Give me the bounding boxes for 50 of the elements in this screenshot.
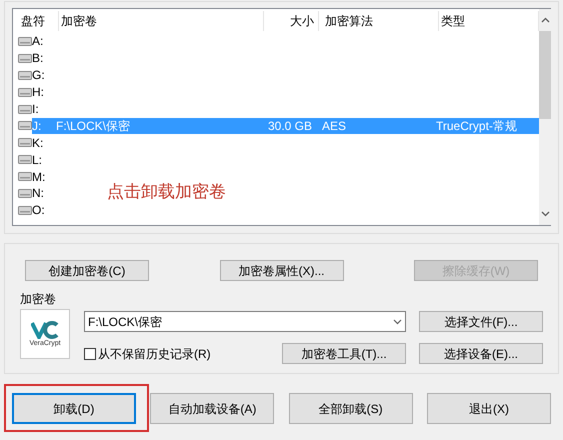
select-device-button[interactable]: 选择设备(E)... — [419, 343, 543, 364]
table-cell-text: AES — [321, 118, 348, 135]
drive-icon — [18, 104, 32, 114]
drive-icon — [18, 188, 32, 198]
column-header[interactable]: 加密算法 — [319, 11, 439, 31]
action-button[interactable]: 创建加密卷(C) — [25, 260, 149, 281]
drive-icon — [18, 70, 32, 80]
annotation-text: 点击卸载加密卷 — [107, 181, 226, 203]
main-button[interactable]: 自动加载设备(A) — [150, 393, 274, 424]
table-cell-text: F:\LOCK\保密 — [56, 118, 132, 135]
drive-row[interactable]: K: — [32, 134, 56, 151]
group-label: 加密卷 — [20, 292, 56, 307]
main-button[interactable]: 卸载(D) — [12, 393, 136, 424]
column-header[interactable]: 加密卷 — [59, 11, 264, 31]
volume-path-field[interactable]: F:\LOCK\保密 — [84, 311, 406, 332]
table-cell-text: 30.0 GB — [266, 118, 313, 135]
drive-icon — [18, 121, 32, 130]
select-file-button[interactable]: 选择文件(F)... — [419, 311, 543, 332]
main-button[interactable]: 全部卸载(S) — [288, 393, 413, 424]
action-button[interactable]: 加密卷属性(X)... — [220, 260, 344, 281]
drive-row[interactable]: G: — [32, 67, 56, 84]
main-button[interactable]: 退出(X) — [426, 393, 551, 424]
scroll-up-icon[interactable] — [540, 17, 550, 23]
drive-row[interactable]: L: — [32, 152, 56, 168]
checkbox-label[interactable]: 从不保留历史记录(R) — [98, 344, 211, 362]
drive-icon — [18, 88, 32, 97]
drive-row[interactable]: N: — [32, 185, 56, 202]
scroll-down-icon[interactable] — [540, 211, 550, 217]
column-header[interactable]: 大小 — [264, 11, 319, 31]
scrollbar[interactable] — [539, 9, 551, 225]
drive-row[interactable]: A: — [32, 33, 56, 50]
table-cell-text: TrueCrypt-常规 — [436, 118, 518, 135]
drive-row[interactable]: M: — [32, 168, 56, 185]
dropdown-icon[interactable] — [393, 318, 402, 324]
checkbox[interactable] — [84, 348, 96, 360]
drive-icon — [18, 54, 32, 63]
volume-tools-button[interactable]: 加密卷工具(T)... — [282, 343, 406, 364]
drive-row[interactable]: H: — [32, 84, 56, 100]
drive-icon — [18, 36, 32, 46]
drive-icon — [18, 138, 32, 148]
column-header[interactable]: 盘符 — [19, 11, 59, 31]
scroll-thumb[interactable] — [539, 31, 551, 119]
drive-row[interactable]: O: — [32, 202, 56, 218]
drive-icon — [18, 155, 32, 164]
drive-icon — [18, 206, 32, 215]
drive-row[interactable]: I: — [32, 101, 56, 117]
logo-icon — [31, 320, 59, 338]
drive-icon — [18, 172, 32, 182]
drive-row[interactable]: B: — [32, 50, 56, 66]
table-cell-text: J: — [32, 118, 42, 135]
